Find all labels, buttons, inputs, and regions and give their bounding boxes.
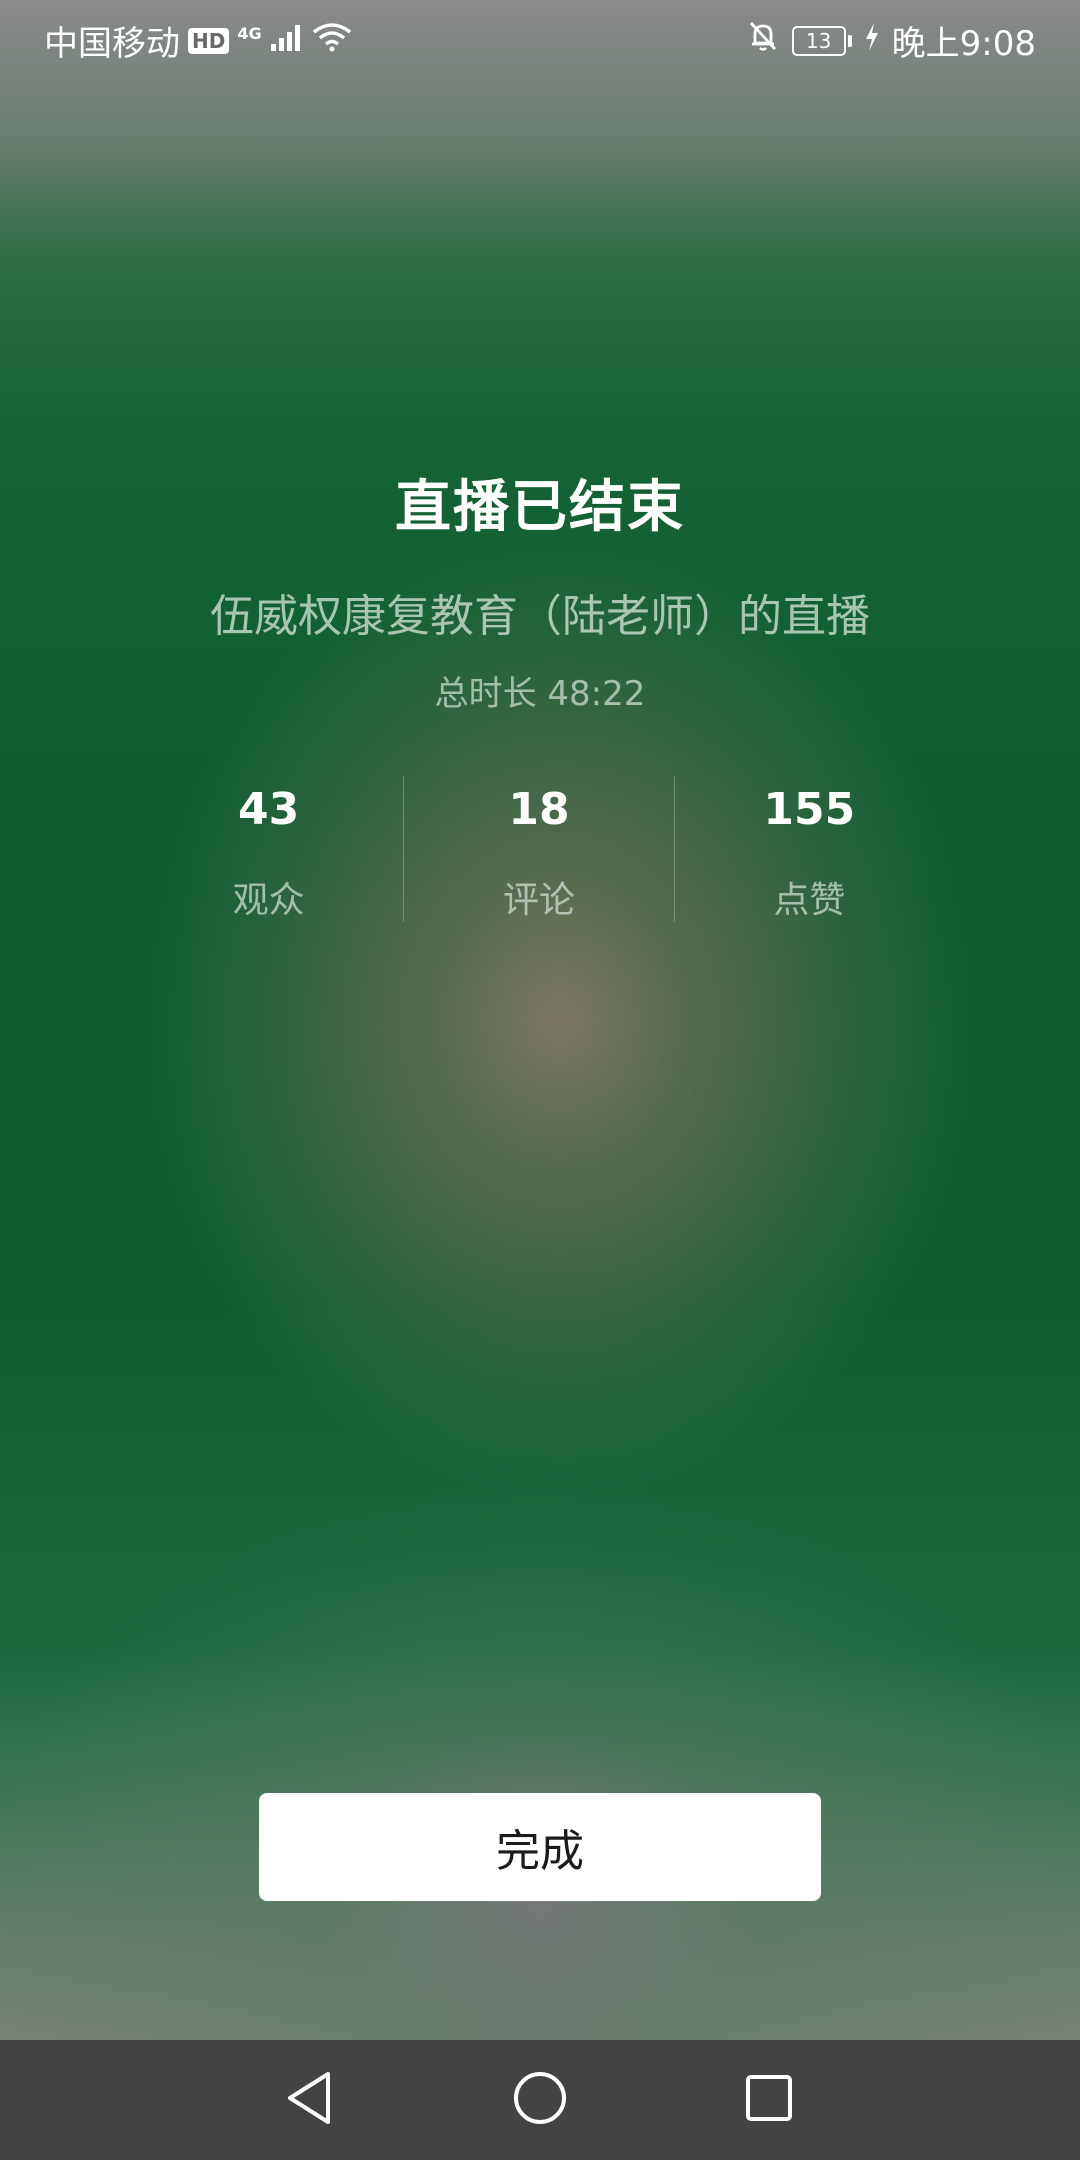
hd-badge: HD bbox=[188, 27, 230, 54]
network-type: 4G bbox=[237, 23, 262, 43]
blurred-background bbox=[0, 0, 1080, 2040]
clock-time: 晚上9:08 bbox=[891, 24, 1036, 64]
recent-square-icon bbox=[744, 2073, 794, 2127]
nav-back-button[interactable] bbox=[249, 2040, 369, 2160]
back-triangle-icon bbox=[284, 2070, 334, 2130]
status-left: 中国移动 HD 4G bbox=[44, 16, 352, 65]
viewers-count: 43 bbox=[238, 784, 300, 835]
comments-count: 18 bbox=[508, 784, 570, 835]
live-ended-title: 直播已结束 bbox=[395, 475, 685, 540]
stats-row: 43 观众 18 评论 155 点赞 bbox=[134, 776, 944, 922]
bell-off-icon bbox=[746, 19, 780, 62]
stat-likes: 155 点赞 bbox=[673, 776, 944, 922]
status-bar: 中国移动 HD 4G 13 晚上9:08 bbox=[0, 0, 1080, 74]
total-duration: 总时长 48:22 bbox=[434, 674, 646, 714]
host-name: 伍威权康复教育（陆老师）的直播 bbox=[210, 591, 870, 642]
stat-viewers: 43 观众 bbox=[134, 776, 403, 922]
likes-label: 点赞 bbox=[773, 880, 846, 921]
wifi-icon bbox=[312, 21, 352, 61]
charging-icon bbox=[864, 21, 880, 61]
home-circle-icon bbox=[512, 2070, 568, 2130]
comments-label: 评论 bbox=[502, 880, 575, 921]
battery-level: 13 bbox=[791, 25, 846, 56]
likes-count: 155 bbox=[763, 784, 856, 835]
battery-tip bbox=[847, 34, 852, 47]
nav-recent-button[interactable] bbox=[709, 2040, 829, 2160]
viewers-label: 观众 bbox=[232, 880, 305, 921]
stat-comments: 18 评论 bbox=[403, 776, 673, 922]
done-button[interactable]: 完成 bbox=[259, 1793, 821, 1901]
carrier-name: 中国移动 bbox=[44, 24, 180, 64]
status-right: 13 晚上9:08 bbox=[746, 16, 1036, 65]
signal-icon bbox=[270, 21, 304, 61]
battery-indicator: 13 bbox=[791, 25, 852, 56]
navigation-bar bbox=[0, 2040, 1080, 2160]
nav-home-button[interactable] bbox=[480, 2040, 600, 2160]
